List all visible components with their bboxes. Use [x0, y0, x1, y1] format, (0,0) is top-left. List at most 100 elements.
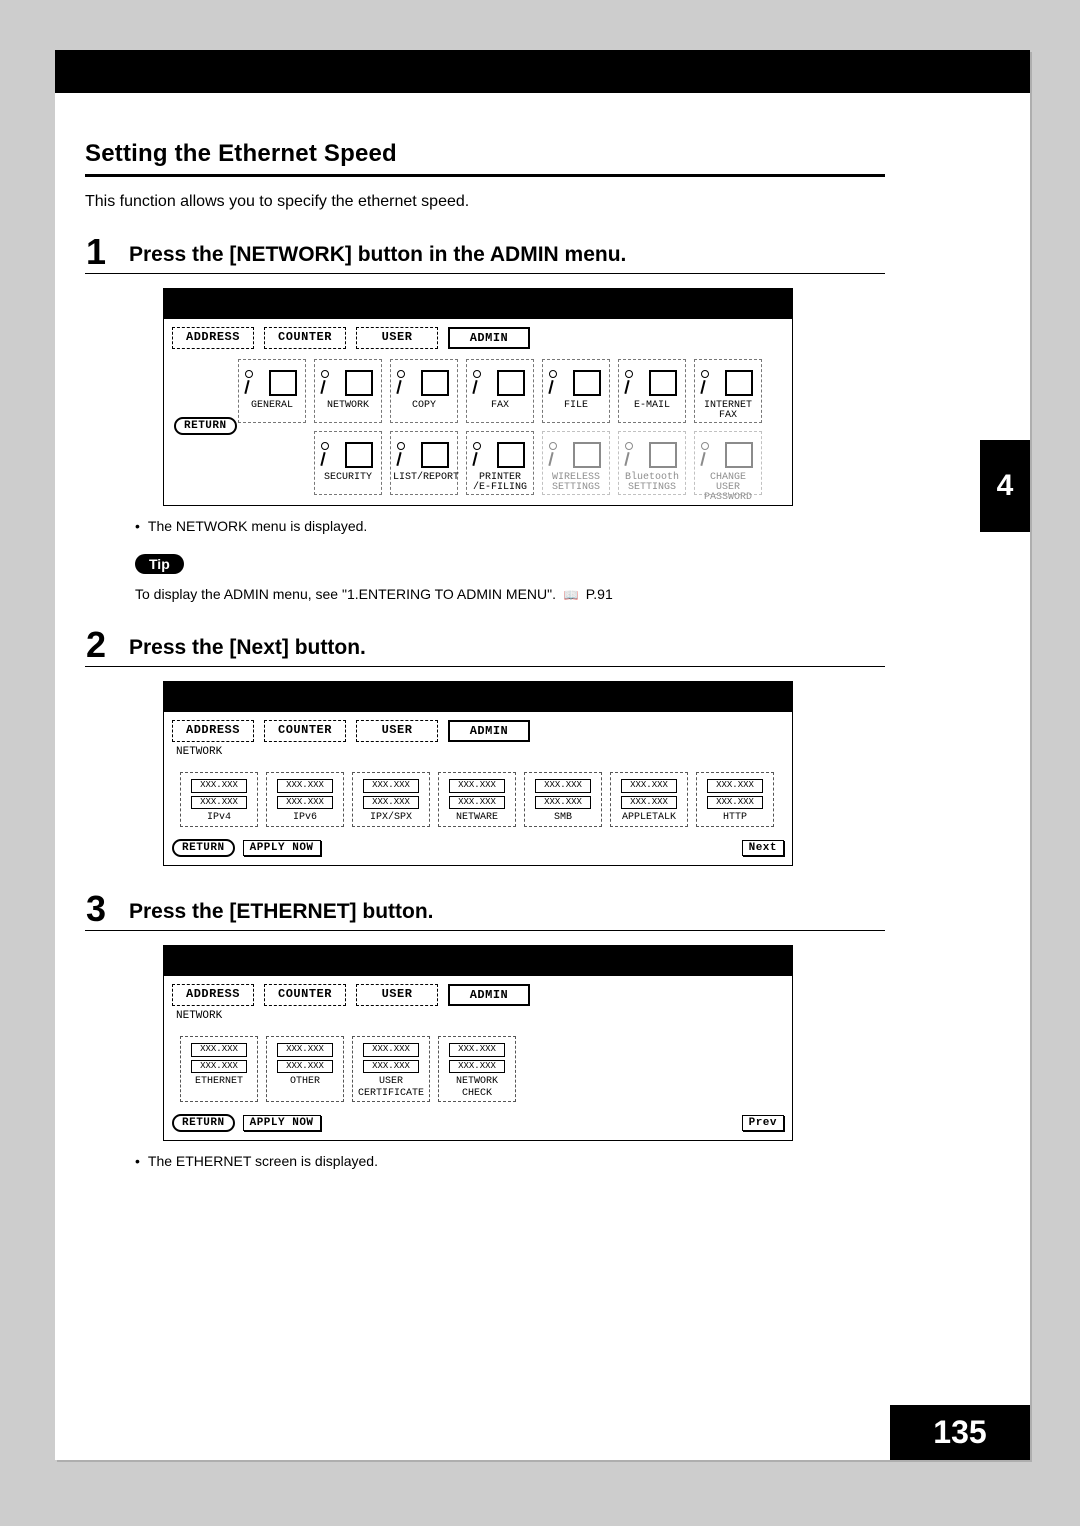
- network-cell-ipv6[interactable]: XXX.XXX XXX.XXX IPv6: [266, 772, 344, 827]
- network-cell-other[interactable]: XXX.XXX XXX.XXX OTHER: [266, 1036, 344, 1102]
- value-placeholder: XXX.XXX: [191, 779, 247, 793]
- cell-label: PRINTER /E-FILING: [469, 472, 531, 495]
- description-text: This function allows you to specify the …: [85, 193, 885, 211]
- network-cell-network-check[interactable]: XXX.XXX XXX.XXX NETWORK CHECK: [438, 1036, 516, 1102]
- admin-cell-printer-efiling[interactable]: PRINTER /E-FILING: [466, 431, 534, 495]
- value-placeholder: XXX.XXX: [363, 796, 419, 810]
- value-placeholder: XXX.XXX: [191, 796, 247, 810]
- cell-label: OTHER: [290, 1076, 320, 1087]
- return-button[interactable]: RETURN: [172, 839, 235, 857]
- value-placeholder: XXX.XXX: [449, 1060, 505, 1074]
- tab-counter[interactable]: COUNTER: [264, 720, 346, 742]
- tab-address[interactable]: ADDRESS: [172, 720, 254, 742]
- breadcrumb: NETWORK: [164, 1006, 792, 1024]
- admin-cell-list-report[interactable]: LIST/REPORT: [390, 431, 458, 495]
- cell-label: FAX: [469, 400, 531, 413]
- admin-cell-copy[interactable]: COPY: [390, 359, 458, 423]
- cell-label: Bluetooth SETTINGS: [621, 472, 683, 495]
- step-rule: [85, 666, 885, 667]
- tab-row: ADDRESS COUNTER USER ADMIN: [164, 712, 792, 742]
- network-cell-http[interactable]: XXX.XXX XXX.XXX HTTP: [696, 772, 774, 827]
- cell-label: E-MAIL: [621, 400, 683, 413]
- admin-icon-grid: GENERAL NETWORK COPY FAX FILE: [164, 349, 792, 505]
- gear-icon: [245, 370, 253, 378]
- value-placeholder: XXX.XXX: [277, 1060, 333, 1074]
- cell-label: CHANGE USER PASSWORD: [697, 472, 759, 505]
- step-rule: [85, 930, 885, 931]
- admin-cell-general[interactable]: GENERAL: [238, 359, 306, 423]
- value-placeholder: XXX.XXX: [277, 1043, 333, 1057]
- tab-row: ADDRESS COUNTER USER ADMIN: [164, 319, 792, 349]
- page-title: Setting the Ethernet Speed: [85, 140, 885, 168]
- network-cell-user-certificate[interactable]: XXX.XXX XXX.XXX USER CERTIFICATE: [352, 1036, 430, 1102]
- apply-now-button[interactable]: APPLY NOW: [243, 1115, 321, 1131]
- value-placeholder: XXX.XXX: [535, 779, 591, 793]
- network-grid-page1: XXX.XXX XXX.XXX IPv4 XXX.XXX XXX.XXX IPv…: [164, 760, 792, 835]
- value-placeholder: XXX.XXX: [707, 779, 763, 793]
- admin-cell-security[interactable]: SECURITY: [314, 431, 382, 495]
- cell-label: NETWORK CHECK: [456, 1076, 498, 1099]
- tab-address[interactable]: ADDRESS: [172, 327, 254, 349]
- network-cell-netware[interactable]: XXX.XXX XXX.XXX NETWARE: [438, 772, 516, 827]
- network-cell-ipxspx[interactable]: XXX.XXX XXX.XXX IPX/SPX: [352, 772, 430, 827]
- step-number: 1: [86, 231, 106, 273]
- cell-label: SMB: [554, 812, 572, 823]
- chapter-tab: 4: [980, 440, 1030, 532]
- step-number: 3: [86, 888, 106, 930]
- tab-admin[interactable]: ADMIN: [448, 984, 530, 1006]
- admin-cell-email[interactable]: E-MAIL: [618, 359, 686, 423]
- apply-now-button[interactable]: APPLY NOW: [243, 840, 321, 856]
- screenshot-panel-1: ADDRESS COUNTER USER ADMIN GENERAL NETWO…: [163, 288, 793, 506]
- network-cell-smb[interactable]: XXX.XXX XXX.XXX SMB: [524, 772, 602, 827]
- return-button[interactable]: RETURN: [174, 417, 237, 435]
- screenshot-panel-3: ADDRESS COUNTER USER ADMIN NETWORK XXX.X…: [163, 945, 793, 1141]
- next-button[interactable]: Next: [742, 840, 784, 856]
- page-number-box: 135: [890, 1405, 1030, 1460]
- tab-admin[interactable]: ADMIN: [448, 327, 530, 349]
- admin-cell-internet-fax[interactable]: INTERNET FAX: [694, 359, 762, 423]
- tab-address[interactable]: ADDRESS: [172, 984, 254, 1006]
- value-placeholder: XXX.XXX: [191, 1060, 247, 1074]
- value-placeholder: XXX.XXX: [363, 779, 419, 793]
- value-placeholder: XXX.XXX: [363, 1043, 419, 1057]
- value-placeholder: XXX.XXX: [449, 1043, 505, 1057]
- value-placeholder: XXX.XXX: [449, 779, 505, 793]
- step-title: Press the [ETHERNET] button.: [129, 900, 885, 924]
- tab-admin[interactable]: ADMIN: [448, 720, 530, 742]
- cell-label: WIRELESS SETTINGS: [545, 472, 607, 495]
- network-cell-ipv4[interactable]: XXX.XXX XXX.XXX IPv4: [180, 772, 258, 827]
- cell-label: APPLETALK: [622, 812, 676, 823]
- cell-label: IPX/SPX: [370, 812, 412, 823]
- admin-cell-network[interactable]: NETWORK: [314, 359, 382, 423]
- tab-user[interactable]: USER: [356, 327, 438, 349]
- cell-label: INTERNET FAX: [697, 400, 759, 423]
- value-placeholder: XXX.XXX: [363, 1060, 419, 1074]
- value-placeholder: XXX.XXX: [277, 779, 333, 793]
- tab-row: ADDRESS COUNTER USER ADMIN: [164, 976, 792, 1006]
- prev-button[interactable]: Prev: [742, 1115, 784, 1131]
- return-button[interactable]: RETURN: [172, 1114, 235, 1132]
- cell-label: ETHERNET: [195, 1076, 243, 1087]
- tip-text-main: To display the ADMIN menu, see "1.ENTERI…: [135, 586, 556, 602]
- tip-page-ref: P.91: [586, 586, 613, 602]
- step-title: Press the [Next] button.: [129, 636, 885, 660]
- step-1-result: The NETWORK menu is displayed.: [135, 518, 885, 534]
- tip-badge: Tip: [135, 554, 184, 574]
- screenshot-panel-2: ADDRESS COUNTER USER ADMIN NETWORK XXX.X…: [163, 681, 793, 866]
- step-rule: [85, 273, 885, 274]
- admin-cell-fax[interactable]: FAX: [466, 359, 534, 423]
- network-cell-ethernet[interactable]: XXX.XXX XXX.XXX ETHERNET: [180, 1036, 258, 1102]
- admin-cell-file[interactable]: FILE: [542, 359, 610, 423]
- page: Setting the Ethernet Speed This function…: [55, 50, 1030, 1460]
- tab-counter[interactable]: COUNTER: [264, 984, 346, 1006]
- tab-user[interactable]: USER: [356, 984, 438, 1006]
- network-cell-appletalk[interactable]: XXX.XXX XXX.XXX APPLETALK: [610, 772, 688, 827]
- cell-label: COPY: [393, 400, 455, 413]
- step-1: 1 Press the [NETWORK] button in the ADMI…: [85, 243, 885, 602]
- admin-cell-change-user-password: CHANGE USER PASSWORD: [694, 431, 762, 495]
- tab-user[interactable]: USER: [356, 720, 438, 742]
- cell-label: IPv4: [207, 812, 231, 823]
- tab-counter[interactable]: COUNTER: [264, 327, 346, 349]
- cell-label: SECURITY: [317, 472, 379, 485]
- value-placeholder: XXX.XXX: [535, 796, 591, 810]
